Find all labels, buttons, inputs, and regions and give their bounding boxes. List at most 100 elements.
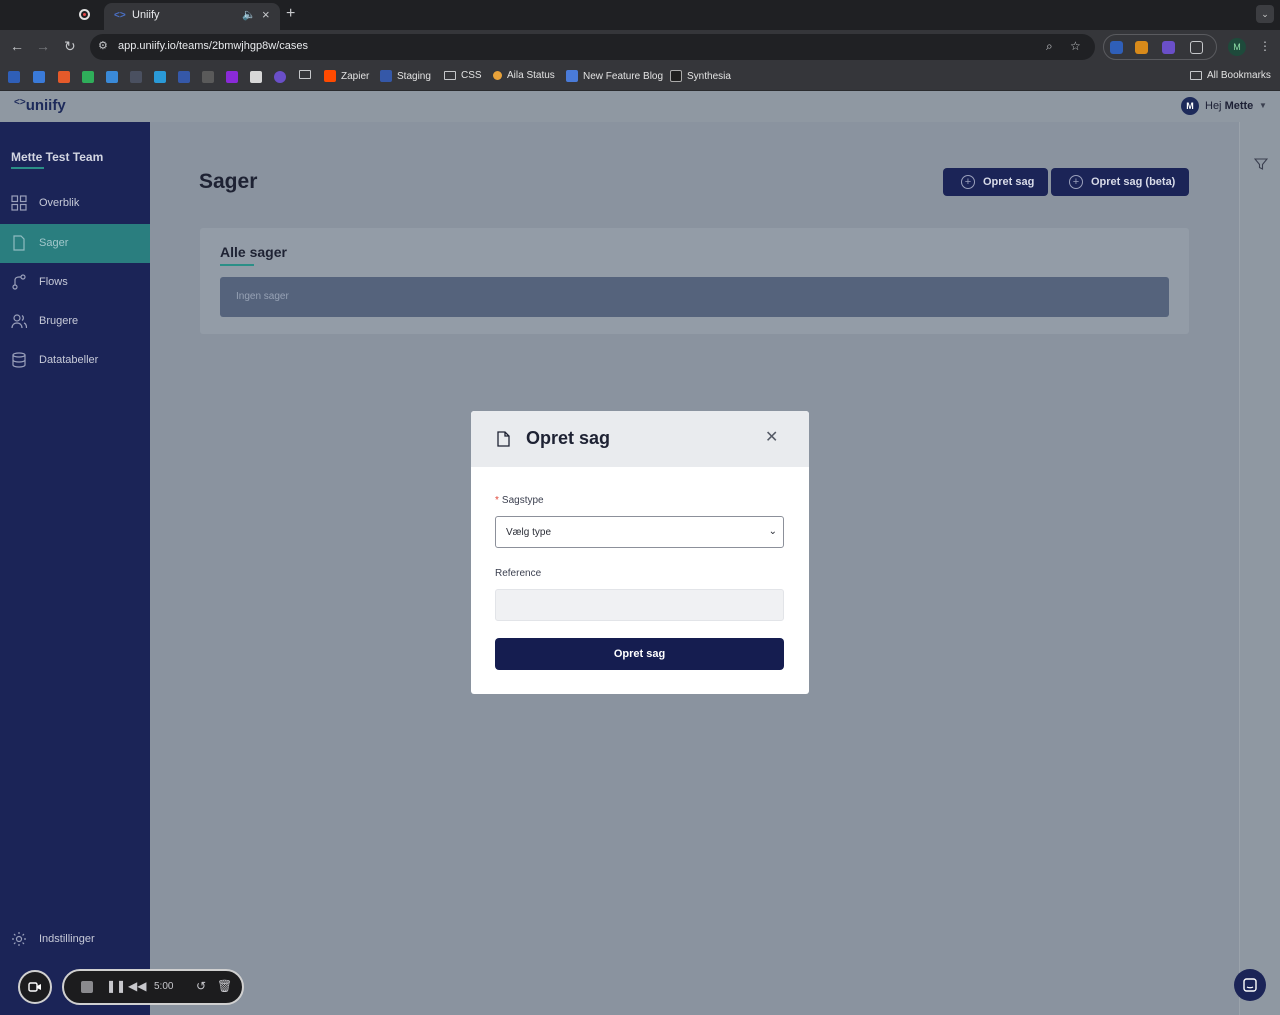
extension-1-icon[interactable] — [1110, 41, 1123, 54]
back-icon[interactable]: ← — [10, 38, 24, 54]
case-type-select[interactable]: Vælg type ⌄ — [495, 516, 784, 548]
bookmark-icon[interactable] — [178, 71, 190, 83]
sidebar-item-label: Overblik — [39, 197, 80, 209]
forward-icon[interactable]: → — [36, 38, 50, 54]
bookmark-folder[interactable] — [299, 70, 311, 79]
uniify-favicon-icon: <> — [114, 10, 126, 21]
sidebar-item-label: Brugere — [39, 315, 79, 327]
button-label: Opret sag — [983, 176, 1035, 188]
reference-input[interactable] — [495, 589, 784, 621]
staging-icon — [380, 70, 392, 82]
uniify-logo[interactable]: <>uniify — [14, 97, 66, 114]
restart-icon[interactable]: ↺ — [196, 979, 206, 993]
sidebar-item-label: Sager — [39, 237, 69, 249]
required-marker: * — [495, 495, 499, 506]
team-underline — [11, 167, 44, 169]
filter-panel — [1239, 122, 1280, 1015]
chevron-down-icon: ⌄ — [768, 526, 777, 537]
speaker-icon[interactable]: 🔈 — [242, 8, 256, 21]
team-name[interactable]: Mette Test Team — [11, 150, 103, 164]
filter-icon[interactable] — [1254, 157, 1268, 171]
sidebar-item-flows[interactable]: Flows — [0, 263, 150, 302]
bookmark-icon[interactable] — [8, 71, 20, 83]
tab-title: Uniify — [132, 9, 160, 21]
bookmark-staging[interactable]: Staging — [380, 70, 431, 82]
support-chat-button[interactable] — [1234, 969, 1266, 1001]
browser-tab[interactable]: <> Uniify 🔈 × — [104, 3, 280, 30]
user-avatar[interactable]: M — [1181, 97, 1199, 115]
extension-2-icon[interactable] — [1135, 41, 1148, 54]
all-bookmarks[interactable]: All Bookmarks — [1190, 70, 1271, 81]
new-tab-button[interactable]: + — [286, 5, 295, 23]
submit-create-case-button[interactable]: Opret sag — [495, 638, 784, 670]
extensions-puzzle-icon[interactable] — [1190, 41, 1203, 54]
page-title: Sager — [199, 170, 258, 193]
bookmark-label: Aila Status — [507, 70, 555, 81]
folder-icon — [1190, 71, 1202, 80]
close-tab-icon[interactable]: × — [262, 7, 270, 22]
sidebar-item-indstillinger[interactable]: Indstillinger — [0, 926, 150, 952]
bookmark-icon[interactable] — [274, 71, 286, 83]
browser-menu-icon[interactable]: ⋮ — [1259, 39, 1271, 53]
logo-text: uniify — [25, 97, 66, 114]
rewind-icon[interactable]: ◀◀ — [128, 979, 146, 993]
card-title-underline — [220, 264, 254, 266]
button-label: Opret sag (beta) — [1091, 176, 1176, 188]
select-value: Vælg type — [506, 527, 552, 538]
recording-timer: 5:00 — [154, 981, 174, 992]
tab-search-button[interactable]: ⌄ — [1256, 5, 1274, 23]
sidebar-item-label: Datatabeller — [39, 354, 99, 366]
reference-label: Reference — [495, 568, 542, 579]
bookmark-icon[interactable] — [82, 71, 94, 83]
bookmark-icon[interactable] — [130, 71, 142, 83]
pause-icon[interactable]: ❚❚ — [106, 979, 126, 993]
profile-avatar[interactable]: M — [1228, 38, 1246, 56]
sidebar: Mette Test Team Overblik Sager Flows Bru… — [0, 122, 150, 1015]
bookmark-icon[interactable] — [250, 71, 262, 83]
bookmark-new-feature-blog[interactable]: New Feature Blog — [566, 70, 663, 82]
bookmark-icon[interactable] — [202, 71, 214, 83]
database-icon — [12, 352, 26, 368]
bookmark-icon[interactable] — [106, 71, 118, 83]
bookmark-synthesia[interactable]: Synthesia — [670, 70, 731, 82]
bookmark-zapier[interactable]: Zapier — [324, 70, 369, 82]
chevron-down-icon[interactable]: ▼ — [1259, 101, 1267, 110]
create-case-button[interactable]: + Opret sag — [943, 168, 1048, 196]
stop-recording-button[interactable] — [81, 981, 93, 993]
bookmark-css[interactable]: CSS — [444, 70, 482, 81]
bookmark-icon[interactable] — [33, 71, 45, 83]
sidebar-item-overblik[interactable]: Overblik — [0, 184, 150, 223]
create-case-modal: Opret sag ✕ * Sagstype Vælg type ⌄ Refere… — [471, 411, 809, 694]
address-bar[interactable]: ⚙ app.uniify.io/teams/2bmwjhgp8w/cases ⌕… — [90, 34, 1095, 60]
reload-icon[interactable]: ↻ — [64, 38, 76, 55]
trash-icon[interactable]: 🗑 — [217, 979, 232, 993]
folder-icon — [444, 71, 456, 80]
bookmark-icon[interactable] — [226, 71, 238, 83]
bookmark-icon[interactable] — [58, 71, 70, 83]
empty-state-text: Ingen sager — [236, 291, 289, 302]
sidebar-item-datatabeller[interactable]: Datatabeller — [0, 341, 150, 380]
recorder-camera-button[interactable] — [18, 970, 52, 1004]
sidebar-item-sager[interactable]: Sager — [0, 224, 150, 263]
document-icon — [13, 235, 25, 251]
create-case-beta-button[interactable]: + Opret sag (beta) — [1051, 168, 1189, 196]
recording-indicator-icon — [79, 9, 90, 20]
close-icon[interactable]: ✕ — [765, 430, 778, 446]
site-info-icon[interactable]: ⚙ — [98, 39, 108, 52]
extension-3-icon[interactable] — [1162, 41, 1175, 54]
sidebar-item-label: Flows — [39, 276, 68, 288]
all-cases-card: Alle sager Ingen sager — [200, 228, 1189, 334]
bookmark-aila-status[interactable]: Aila Status — [493, 70, 555, 81]
url-text: app.uniify.io/teams/2bmwjhgp8w/cases — [118, 40, 308, 52]
modal-header: Opret sag ✕ — [471, 411, 809, 467]
zoom-icon[interactable]: ⌕ — [1046, 39, 1053, 54]
bookmark-icon[interactable] — [154, 71, 166, 83]
synthesia-icon — [670, 70, 682, 82]
sidebar-item-brugere[interactable]: Brugere — [0, 302, 150, 341]
chat-icon — [1243, 978, 1257, 992]
docs-icon — [566, 70, 578, 82]
plus-circle-icon: + — [1069, 175, 1083, 189]
bookmark-star-icon[interactable]: ☆ — [1070, 39, 1081, 53]
user-greeting[interactable]: Hej Mette — [1205, 100, 1253, 112]
empty-state: Ingen sager — [220, 277, 1169, 317]
